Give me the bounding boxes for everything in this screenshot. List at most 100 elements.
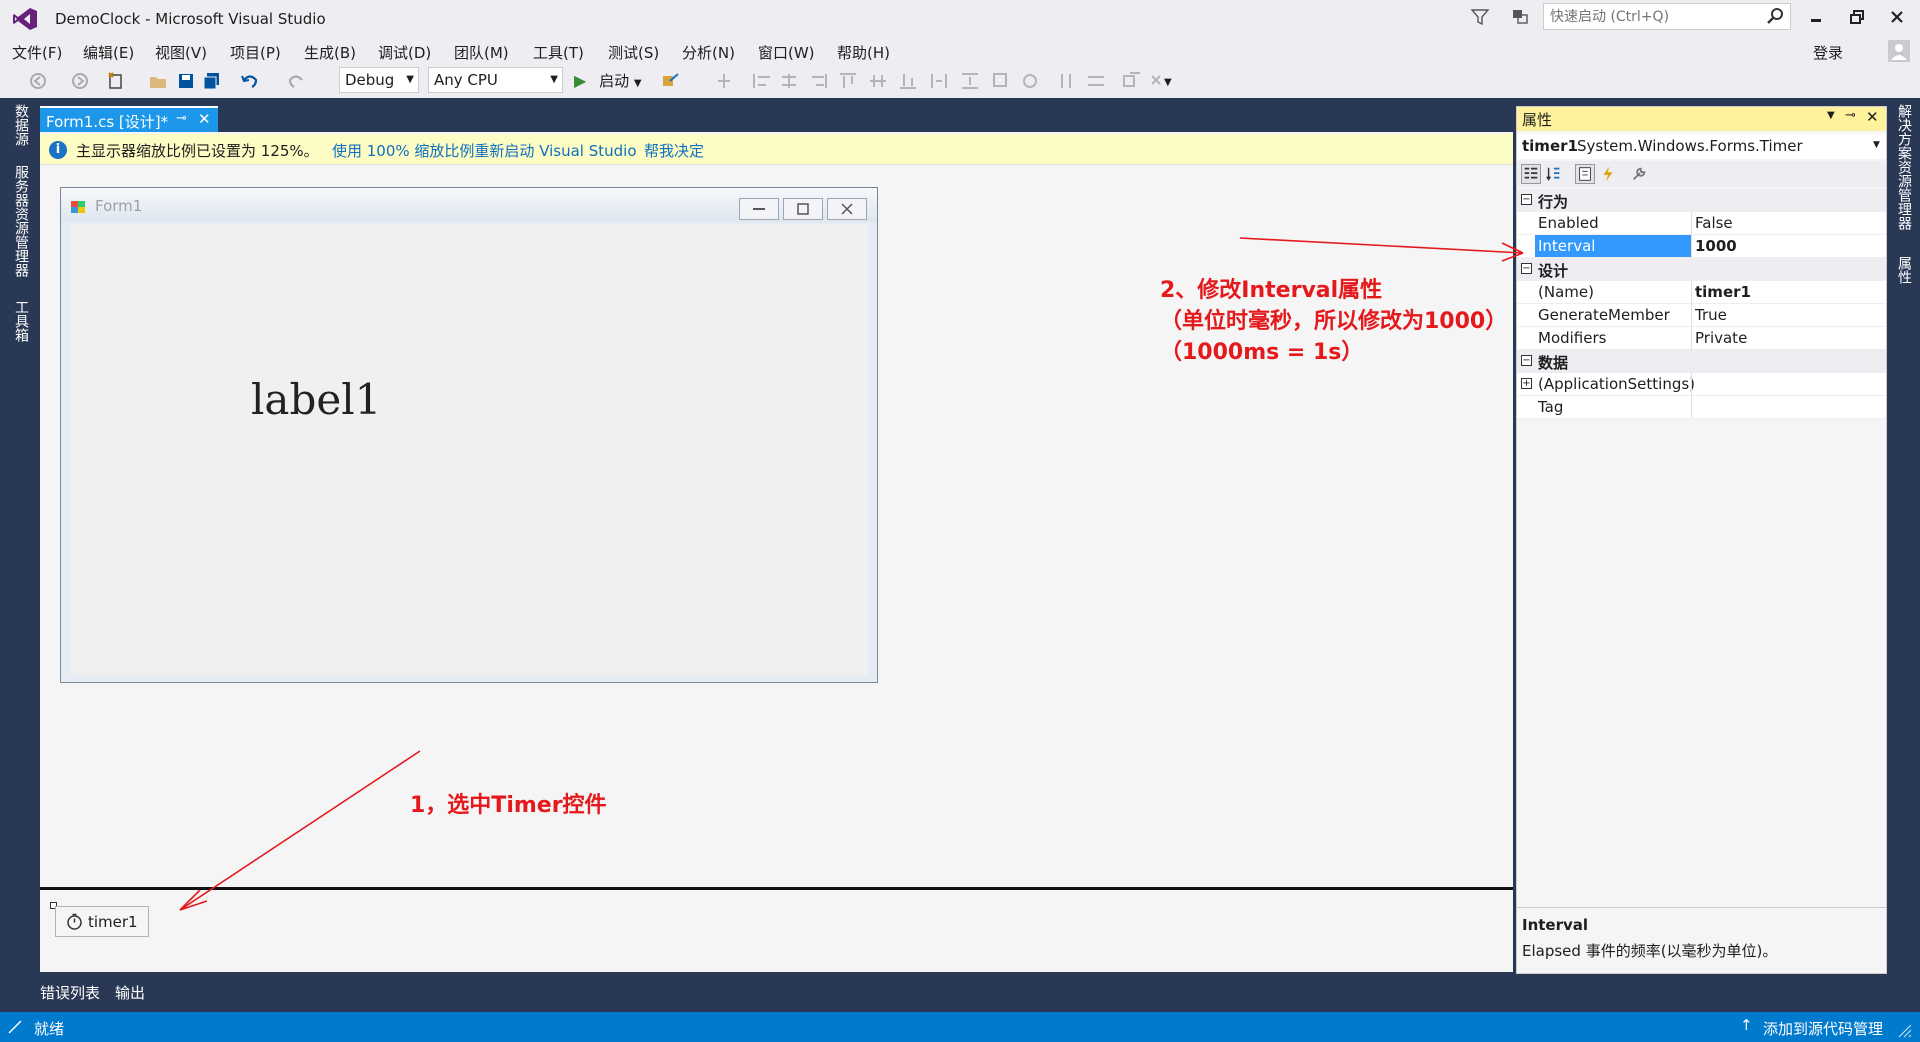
category-behavior[interactable]: − 行为 <box>1517 189 1886 212</box>
interval-value-input[interactable]: 1000 <box>1695 237 1737 255</box>
navigate-back-icon[interactable] <box>28 71 48 91</box>
menu-team[interactable]: 团队(M) <box>454 42 509 63</box>
form-client-area[interactable]: label1 <box>70 224 868 675</box>
info-message: 主显示器缩放比例已设置为 125%。 <box>76 142 319 160</box>
tab-data-sources[interactable]: 数据源 <box>11 104 31 146</box>
property-row-name[interactable]: (Name) timer1 <box>1517 281 1886 304</box>
solution-configuration-combo[interactable]: Debug ▼ <box>339 67 419 93</box>
pin-icon[interactable]: ⊸ <box>176 111 187 126</box>
status-text: 就绪 <box>34 1020 65 1038</box>
tab-properties[interactable]: 属性 <box>1894 256 1914 284</box>
notification-filter-icon[interactable] <box>1470 7 1490 27</box>
feedback-icon[interactable] <box>1510 7 1530 27</box>
close-icon[interactable]: ✕ <box>1866 108 1879 126</box>
menu-help[interactable]: 帮助(H) <box>837 42 890 63</box>
category-label: 数据 <box>1538 354 1569 372</box>
tab-server-explorer[interactable]: 服务器资源管理器 <box>11 165 31 277</box>
events-lightning-icon[interactable] <box>1598 164 1618 184</box>
chevron-down-icon[interactable]: ▼ <box>1827 110 1835 121</box>
tab-form1-designer[interactable]: Form1.cs [设计]* ⊸ ✕ <box>40 106 218 132</box>
property-value[interactable]: True <box>1695 306 1727 324</box>
menu-tools[interactable]: 工具(T) <box>533 42 584 63</box>
layout-toolbar-icons[interactable] <box>700 70 1170 92</box>
chevron-down-icon: ▼ <box>633 78 642 89</box>
alphabetical-icon[interactable] <box>1544 164 1564 184</box>
info-icon: i <box>49 141 67 159</box>
quick-launch-input[interactable] <box>1544 4 1754 29</box>
tab-toolbox[interactable]: 工具箱 <box>11 300 31 342</box>
avatar[interactable] <box>1888 40 1910 62</box>
category-design[interactable]: − 设计 <box>1517 258 1886 281</box>
collapse-icon[interactable]: − <box>1521 194 1532 205</box>
window-title: DemoClock - Microsoft Visual Studio <box>55 10 326 28</box>
property-row-applicationsettings[interactable]: + (ApplicationSettings) <box>1517 373 1886 396</box>
menu-test[interactable]: 测试(S) <box>608 42 659 63</box>
tab-solution-explorer[interactable]: 解决方案资源管理器 <box>1894 104 1914 230</box>
resize-grip-icon <box>1898 1024 1912 1038</box>
property-value[interactable]: False <box>1695 214 1733 232</box>
category-label: 行为 <box>1538 193 1569 211</box>
browser-link-icon[interactable] <box>660 71 680 91</box>
properties-view-icon[interactable] <box>1575 164 1595 184</box>
property-pages-wrench-icon[interactable] <box>1629 164 1649 184</box>
menu-debug[interactable]: 调试(D) <box>378 42 431 63</box>
add-to-source-control-button[interactable]: 添加到源代码管理 <box>1763 1018 1883 1039</box>
close-icon <box>1891 11 1903 23</box>
menu-analyze[interactable]: 分析(N) <box>682 42 735 63</box>
property-value[interactable]: Private <box>1695 329 1747 347</box>
property-row-tag[interactable]: Tag <box>1517 396 1886 419</box>
help-me-decide-link[interactable]: 帮我决定 <box>644 140 704 161</box>
categorized-icon[interactable] <box>1521 164 1541 184</box>
property-name: Tag <box>1538 398 1564 416</box>
property-row-modifiers[interactable]: Modifiers Private <box>1517 327 1886 350</box>
login-link[interactable]: 登录 <box>1813 42 1843 63</box>
close-tab-icon[interactable]: ✕ <box>198 110 211 128</box>
collapse-icon[interactable]: − <box>1521 355 1532 366</box>
collapse-icon[interactable]: − <box>1521 263 1532 274</box>
redo-icon[interactable] <box>286 71 306 91</box>
timer1-component[interactable]: timer1 <box>55 906 149 937</box>
solution-platform-combo[interactable]: Any CPU ▼ <box>428 67 563 93</box>
search-icon[interactable] <box>1766 7 1784 25</box>
properties-toolbar <box>1517 161 1886 187</box>
open-file-icon[interactable] <box>148 71 168 91</box>
save-icon[interactable] <box>176 71 196 91</box>
menu-build[interactable]: 生成(B) <box>304 42 356 63</box>
category-data[interactable]: − 数据 <box>1517 350 1886 373</box>
new-project-icon[interactable] <box>106 71 126 91</box>
toolbar-overflow-icon[interactable]: ▼ <box>1164 77 1172 88</box>
tab-error-list[interactable]: 错误列表 <box>40 982 100 1003</box>
property-description-pane: Interval Elapsed 事件的频率(以毫秒为单位)。 <box>1517 907 1886 973</box>
menu-project[interactable]: 项目(P) <box>230 42 281 63</box>
quick-launch-box[interactable] <box>1543 3 1791 30</box>
property-row-enabled[interactable]: Enabled False <box>1517 212 1886 235</box>
menu-file[interactable]: 文件(F) <box>12 42 62 63</box>
navigate-forward-icon[interactable] <box>70 71 90 91</box>
property-row-interval[interactable]: Interval 1000 <box>1517 235 1886 258</box>
annotation-step1: 1，选中Timer控件 <box>410 793 607 818</box>
menu-view[interactable]: 视图(V) <box>155 42 207 63</box>
menu-edit[interactable]: 编辑(E) <box>83 42 134 63</box>
description-title: Interval <box>1522 916 1589 934</box>
info-bar: i 主显示器缩放比例已设置为 125%。 使用 100% 缩放比例重新启动 Vi… <box>40 134 1513 165</box>
restore-button[interactable] <box>1840 4 1874 30</box>
close-window-button[interactable] <box>1880 4 1914 30</box>
menu-window[interactable]: 窗口(W) <box>758 42 815 63</box>
save-all-icon[interactable] <box>202 71 222 91</box>
annotation-step2-title: 2、修改Interval属性 <box>1160 278 1383 303</box>
restart-scaling-link[interactable]: 使用 100% 缩放比例重新启动 Visual Studio <box>332 140 637 161</box>
start-debug-button[interactable]: ▶ 启动 ▼ <box>574 70 642 91</box>
left-tool-window-strip: 数据源 服务器资源管理器 工具箱 <box>0 98 36 1012</box>
undo-icon[interactable] <box>240 71 260 91</box>
property-row-generatemember[interactable]: GenerateMember True <box>1517 304 1886 327</box>
pin-icon[interactable]: ⊸ <box>1845 108 1856 123</box>
form1-design-window[interactable]: Form1 label1 <box>60 187 878 683</box>
object-selector[interactable]: timer1 System.Windows.Forms.Timer ▼ <box>1517 134 1886 159</box>
description-text: Elapsed 事件的频率(以毫秒为单位)。 <box>1522 942 1778 960</box>
minimize-button[interactable] <box>1799 4 1833 30</box>
expand-icon[interactable]: + <box>1521 378 1532 389</box>
property-value[interactable]: timer1 <box>1695 283 1751 301</box>
label1-control[interactable]: label1 <box>251 375 381 424</box>
annotation-step2-note2: （1000ms = 1s） <box>1160 340 1364 365</box>
tab-output[interactable]: 输出 <box>115 982 145 1003</box>
